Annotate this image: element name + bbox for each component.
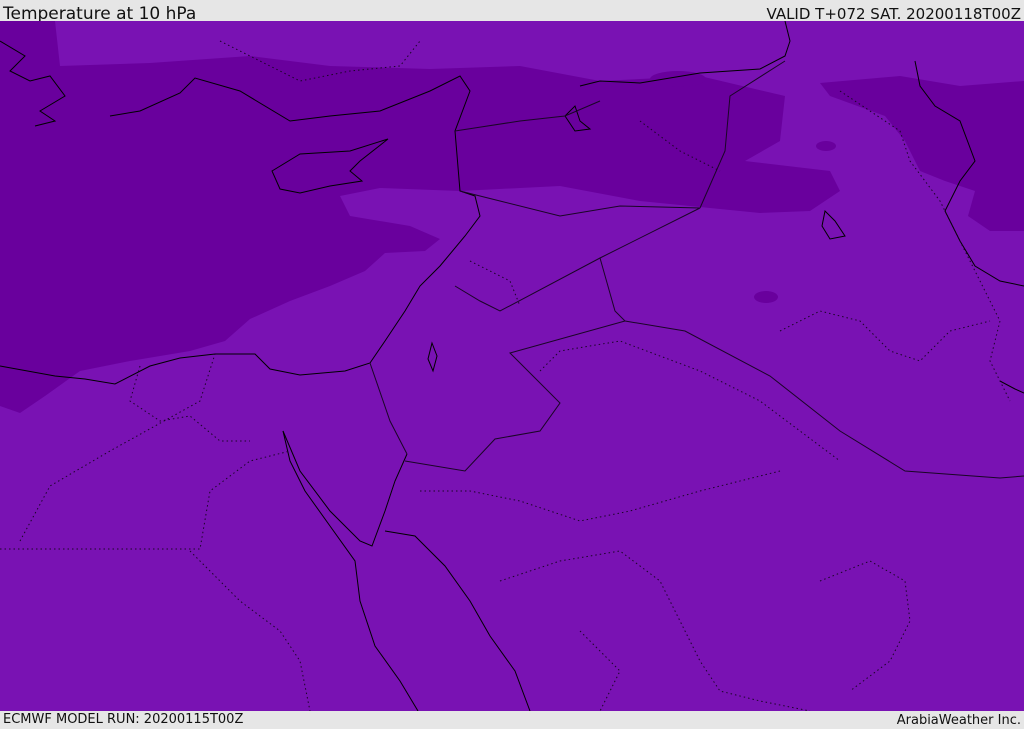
weather-map (0, 21, 1024, 711)
cold-patch-2 (754, 291, 778, 303)
model-run: ECMWF MODEL RUN: 20200115T00Z (3, 712, 244, 727)
header-bar: Temperature at 10 hPa VALID T+072 SAT. 2… (0, 0, 1024, 24)
cold-patch-3 (816, 141, 836, 151)
footer-bar: ECMWF MODEL RUN: 20200115T00Z ArabiaWeat… (0, 711, 1024, 729)
credit: ArabiaWeather Inc. (896, 713, 1021, 728)
